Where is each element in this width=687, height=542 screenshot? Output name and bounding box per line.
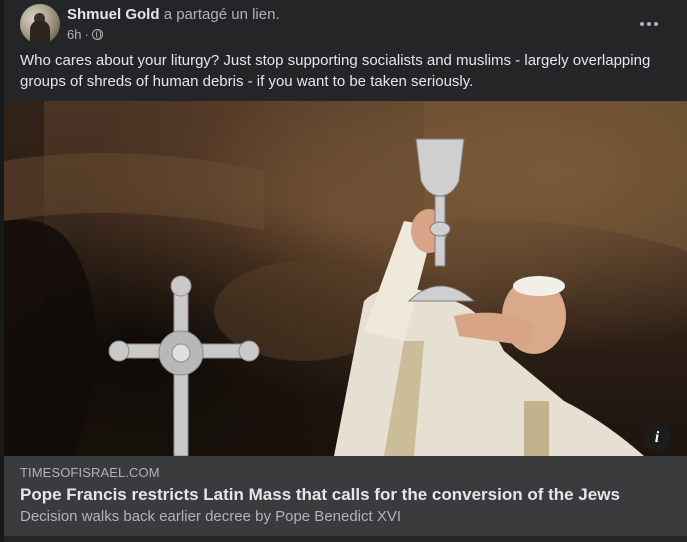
link-domain: TIMESOFISRAEL.COM (20, 465, 160, 480)
link-preview-image[interactable]: i (4, 101, 687, 456)
meta-separator: · (84, 27, 89, 42)
globe-icon[interactable] (91, 29, 103, 40)
post-card: Shmuel Gold a partagé un lien. 6h · Who … (4, 0, 687, 542)
post-text: Who cares about your liturgy? Just stop … (20, 52, 651, 90)
more-options-button[interactable] (631, 6, 667, 42)
post-meta: 6h · (67, 27, 103, 42)
post-footer-divider (4, 536, 687, 542)
link-preview-info[interactable]: TIMESOFISRAEL.COM Pope Francis restricts… (4, 456, 687, 536)
timestamp-link[interactable]: 6h (67, 27, 81, 42)
author-name-link[interactable]: Shmuel Gold (67, 6, 160, 23)
author-line: Shmuel Gold a partagé un lien. (67, 6, 280, 23)
pope-chalice-photo (4, 101, 687, 456)
more-options-icon (640, 22, 658, 26)
info-button[interactable]: i (643, 424, 671, 452)
link-subtitle: Decision walks back earlier decree by Po… (20, 508, 402, 525)
post-header: Shmuel Gold a partagé un lien. 6h · (20, 4, 675, 44)
avatar[interactable] (20, 4, 60, 44)
link-title[interactable]: Pope Francis restricts Latin Mass that c… (20, 485, 620, 505)
shared-text: a partagé un lien. (163, 6, 280, 23)
avatar-body (30, 20, 50, 44)
